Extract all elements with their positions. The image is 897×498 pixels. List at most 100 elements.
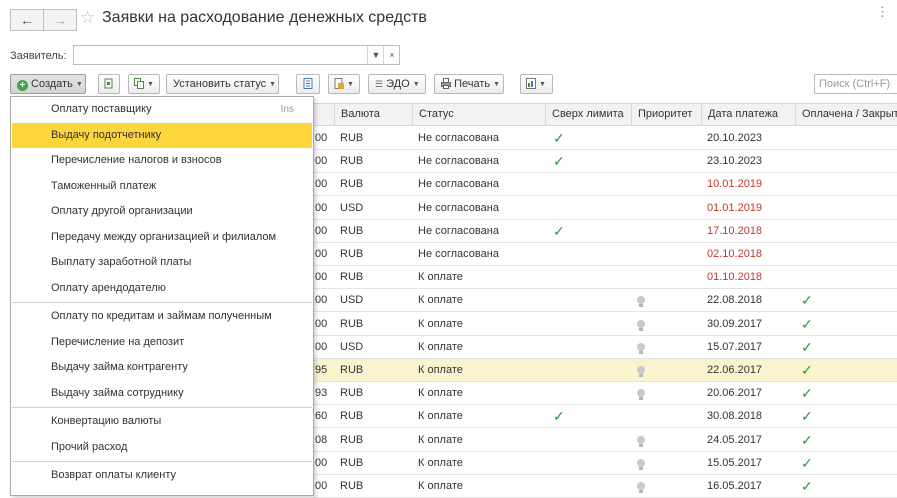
col-priority[interactable]: Приоритет (631, 104, 701, 125)
currency-cell: RUB (340, 248, 364, 260)
status-cell: Не согласована (418, 224, 499, 237)
edo-icon: ☰ (375, 79, 384, 89)
menu-item[interactable]: Прочий расход (12, 435, 312, 460)
menu-item[interactable]: Оплату поставщику Ins (12, 97, 312, 122)
copy-button[interactable] (98, 74, 120, 94)
lightbulb-icon (637, 342, 645, 354)
table-row[interactable]: 00 RUB Не согласована 02.10.2018 (313, 243, 897, 266)
payment-date-cell: 02.10.2018 (707, 248, 763, 260)
search-input[interactable]: Поиск (Ctrl+F) (814, 74, 897, 94)
list-icon (303, 78, 313, 89)
payment-date-cell: 15.07.2017 (707, 340, 763, 353)
clear-icon[interactable]: × (383, 46, 400, 64)
back-button[interactable]: ← (10, 9, 44, 31)
menu-item[interactable]: Таможенный платеж (12, 174, 312, 199)
set-status-button[interactable]: Установить статус ▼ (166, 74, 279, 94)
report-button[interactable] (296, 74, 320, 94)
create-based-on-button[interactable]: ▼ (128, 74, 160, 94)
more-icon[interactable]: ⋮ (876, 4, 889, 20)
printer-icon (441, 78, 451, 89)
reports-button[interactable]: ▼ (520, 74, 553, 94)
col-status[interactable]: Статус (412, 104, 545, 125)
currency-cell: RUB (340, 155, 364, 168)
payment-date-cell: 01.10.2018 (707, 271, 763, 284)
menu-item[interactable]: Оплату другой организации (12, 199, 312, 224)
menu-item[interactable]: Возврат оплаты клиенту (12, 463, 312, 488)
amount-cell: 00 (315, 178, 328, 191)
menu-item[interactable]: Выплату заработной платы (12, 250, 312, 275)
payment-date-cell: 15.05.2017 (707, 456, 763, 469)
payment-date-cell: 16.05.2017 (707, 480, 763, 492)
menu-item[interactable]: Оплату по кредитам и займам полученным (12, 304, 312, 329)
payment-date-cell: 24.05.2017 (707, 433, 763, 446)
arrow-left-icon: ← (20, 12, 34, 28)
priority-cell (637, 382, 645, 404)
table-row[interactable]: 00 RUB К оплате 15.05.2017 ✓ (313, 452, 897, 475)
status-cell: К оплате (418, 456, 463, 469)
menu-item[interactable]: Оплату арендодателю (12, 276, 312, 301)
paid-check: ✓ (801, 431, 813, 448)
payment-date-cell: 20.06.2017 (707, 387, 763, 400)
menu-item-label: Возврат оплаты клиенту (51, 469, 177, 481)
status-cell: К оплате (418, 271, 463, 284)
menu-item-label: Конвертацию валюты (51, 415, 162, 427)
menu-item[interactable]: Конвертацию валюты (12, 409, 312, 434)
table-row[interactable]: 00 RUB Не согласована ✓ 23.10.2023 (313, 150, 897, 174)
lightbulb-icon (637, 319, 645, 331)
currency-cell: RUB (340, 178, 364, 191)
attach-button[interactable]: ▼ (328, 74, 360, 94)
col-payment-date[interactable]: Дата платежа (701, 104, 795, 125)
table-row[interactable]: 93 RUB К оплате 20.06.2017 ✓ (313, 382, 897, 406)
status-cell: К оплате (418, 433, 463, 446)
edo-button[interactable]: ☰ ЭДО ▼ (368, 74, 426, 94)
payment-date-cell: 23.10.2023 (707, 155, 763, 168)
menu-item[interactable]: Выдачу займа сотруднику (12, 381, 312, 406)
menu-separator (12, 302, 312, 303)
table-row[interactable]: 00 USD К оплате 15.07.2017 ✓ (313, 336, 897, 359)
table-row[interactable]: 00 RUB К оплате 01.10.2018 (313, 266, 897, 290)
menu-item[interactable]: Перечисление на депозит (12, 330, 312, 355)
currency-cell: RUB (340, 132, 364, 144)
applicant-field[interactable]: ▼ × (73, 45, 400, 65)
table-row[interactable]: 00 USD Не согласована 01.01.2019 (313, 197, 897, 220)
set-status-label: Установить статус (173, 78, 267, 90)
priority-cell (637, 452, 645, 474)
table-row[interactable]: 00 RUB К оплате 30.09.2017 ✓ (313, 313, 897, 336)
menu-item[interactable]: Выдачу подотчетнику (12, 122, 312, 148)
document-icon (334, 78, 344, 89)
amount-cell: 60 (315, 410, 328, 423)
priority-cell (637, 429, 645, 451)
menu-separator (12, 461, 312, 462)
menu-item-label: Передачу между организацией и филиалом (51, 230, 277, 243)
paid-check: ✓ (801, 315, 813, 332)
table-row[interactable]: 00 RUB Не согласована ✓ 17.10.2018 (313, 220, 897, 243)
arrow-right-icon: → (53, 12, 67, 28)
menu-item[interactable]: Выдачу займа контрагенту (12, 355, 312, 380)
status-cell: К оплате (418, 294, 463, 307)
table-row[interactable]: 60 RUB К оплате ✓ 30.08.2018 ✓ (313, 405, 897, 429)
menu-item-label: Оплату арендодателю (51, 281, 166, 294)
currency-cell: RUB (340, 224, 364, 237)
table-header: Валюта Статус Сверх лимита Приоритет Дат… (313, 103, 897, 126)
col-paid-closed[interactable]: Оплачена / Закрыта (795, 104, 897, 125)
paid-check: ✓ (801, 292, 813, 309)
menu-item-label: Оплату по кредитам и займам полученным (51, 310, 272, 322)
menu-item[interactable]: Перечисление налогов и взносов (12, 148, 312, 173)
table-row[interactable]: 95 RUB К оплате 22.06.2017 ✓ (313, 359, 897, 382)
table-row[interactable]: 00 USD К оплате 22.08.2018 ✓ (313, 289, 897, 313)
print-button[interactable]: Печать ▼ (434, 74, 504, 94)
currency-cell: RUB (340, 456, 364, 469)
dropdown-icon[interactable]: ▼ (367, 46, 384, 64)
star-icon[interactable]: ☆ (80, 8, 95, 28)
col-currency[interactable]: Валюта (334, 104, 412, 125)
table-row[interactable]: 08 RUB К оплате 24.05.2017 ✓ (313, 429, 897, 452)
col-over-limit[interactable]: Сверх лимита (545, 104, 631, 125)
table-row[interactable]: 00 RUB Не согласована 10.01.2019 (313, 173, 897, 197)
menu-item[interactable]: Передачу между организацией и филиалом (12, 225, 312, 250)
lightbulb-icon (637, 296, 645, 308)
create-button[interactable]: + Создать ▼ (10, 74, 86, 94)
forward-button[interactable]: → (43, 9, 77, 31)
payment-date-cell: 10.01.2019 (707, 178, 763, 191)
amount-cell: 08 (315, 433, 328, 446)
table-row[interactable]: 00 RUB Не согласована ✓ 20.10.2023 (313, 127, 897, 150)
